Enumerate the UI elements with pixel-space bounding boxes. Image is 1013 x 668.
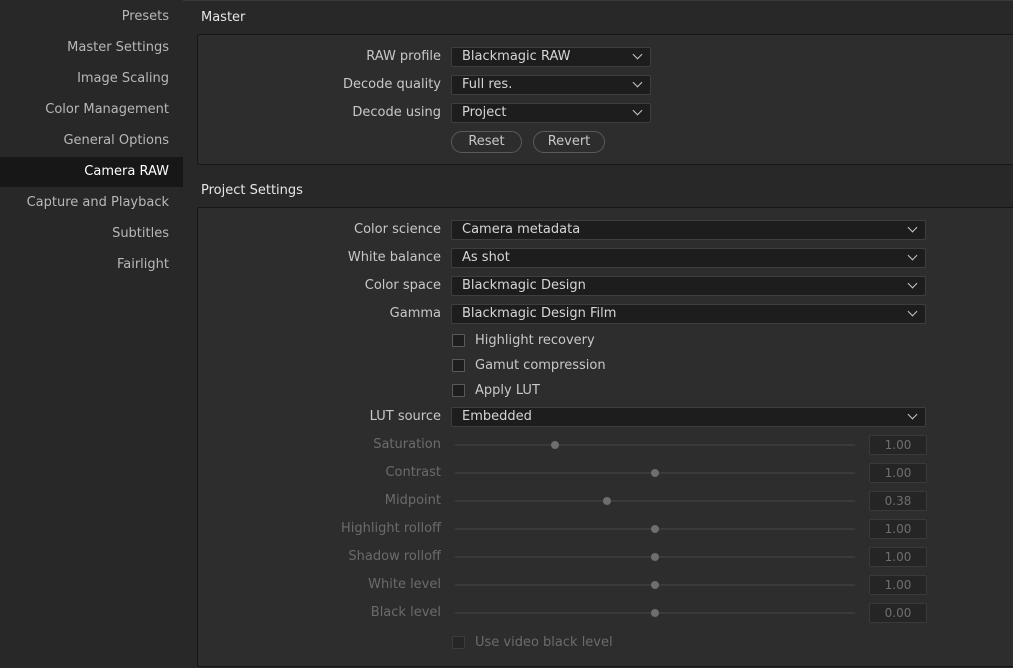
sidebar-item-camera-raw[interactable]: Camera RAW	[0, 157, 183, 187]
color-space-value: Blackmagic Design	[462, 278, 586, 293]
gamma-dropdown[interactable]: Blackmagic Design Film	[451, 304, 926, 324]
decode-using-label: Decode using	[352, 105, 441, 120]
chevron-down-icon	[632, 77, 643, 88]
raw-profile-value: Blackmagic RAW	[462, 49, 571, 64]
midpoint-value-field[interactable]: 0.38	[869, 491, 927, 511]
chevron-down-icon	[632, 49, 643, 60]
chevron-down-icon	[907, 306, 918, 317]
apply-lut-checkbox[interactable]	[452, 384, 465, 397]
revert-button[interactable]: Revert	[533, 131, 605, 153]
contrast-slider-thumb[interactable]	[651, 469, 659, 477]
midpoint-slider-track	[455, 500, 855, 502]
sidebar-item-presets[interactable]: Presets	[0, 2, 183, 32]
sidebar-item-fairlight[interactable]: Fairlight	[0, 250, 183, 280]
black-level-label: Black level	[370, 605, 441, 620]
midpoint-label: Midpoint	[384, 493, 441, 508]
sidebar-item-master-settings[interactable]: Master Settings	[0, 33, 183, 63]
highlight-rolloff-label: Highlight rolloff	[341, 521, 441, 536]
white-balance-label: White balance	[347, 250, 441, 265]
midpoint-slider-thumb[interactable]	[603, 497, 611, 505]
lut-source-value: Embedded	[462, 409, 532, 424]
raw-profile-label: RAW profile	[366, 49, 441, 64]
saturation-slider-thumb[interactable]	[551, 441, 559, 449]
shadow-rolloff-value-field[interactable]: 1.00	[869, 547, 927, 567]
chevron-down-icon	[907, 250, 918, 261]
white-level-value-field[interactable]: 1.00	[869, 575, 927, 595]
highlight-recovery-checkbox[interactable]	[452, 334, 465, 347]
lut-source-label: LUT source	[369, 409, 441, 424]
saturation-label: Saturation	[373, 437, 441, 452]
use-video-black-level-checkbox[interactable]	[452, 636, 465, 649]
lut-source-dropdown[interactable]: Embedded	[451, 407, 926, 427]
raw-profile-dropdown[interactable]: Blackmagic RAW	[451, 47, 651, 67]
project-settings-section-title: Project Settings	[201, 183, 303, 198]
decode-quality-label: Decode quality	[343, 77, 441, 92]
apply-lut-label: Apply LUT	[475, 383, 540, 398]
color-space-label: Color space	[364, 278, 441, 293]
shadow-rolloff-slider-thumb[interactable]	[651, 553, 659, 561]
chevron-down-icon	[907, 409, 918, 420]
chevron-down-icon	[907, 222, 918, 233]
black-level-slider-thumb[interactable]	[651, 609, 659, 617]
decode-quality-value: Full res.	[462, 77, 513, 92]
chevron-down-icon	[632, 105, 643, 116]
sidebar-item-capture-and-playback[interactable]: Capture and Playback	[0, 188, 183, 218]
color-science-dropdown[interactable]: Camera metadata	[451, 220, 926, 240]
saturation-slider-track	[455, 444, 855, 446]
gamma-value: Blackmagic Design Film	[462, 306, 617, 321]
sidebar-item-color-management[interactable]: Color Management	[0, 95, 183, 125]
white-level-label: White level	[368, 577, 441, 592]
settings-sidebar: Presets Master Settings Image Scaling Co…	[0, 0, 183, 668]
color-space-dropdown[interactable]: Blackmagic Design	[451, 276, 926, 296]
reset-button[interactable]: Reset	[451, 131, 522, 153]
highlight-rolloff-value-field[interactable]: 1.00	[869, 519, 927, 539]
chevron-down-icon	[907, 278, 918, 289]
color-science-value: Camera metadata	[462, 222, 581, 237]
black-level-value-field[interactable]: 0.00	[869, 603, 927, 623]
highlight-recovery-label: Highlight recovery	[475, 333, 595, 348]
master-section-title: Master	[201, 10, 246, 25]
gamut-compression-checkbox[interactable]	[452, 359, 465, 372]
contrast-label: Contrast	[385, 465, 441, 480]
white-level-slider-thumb[interactable]	[651, 581, 659, 589]
white-balance-dropdown[interactable]: As shot	[451, 248, 926, 268]
color-science-label: Color science	[354, 222, 441, 237]
sidebar-item-image-scaling[interactable]: Image Scaling	[0, 64, 183, 94]
shadow-rolloff-label: Shadow rolloff	[348, 549, 441, 564]
gamma-label: Gamma	[389, 306, 441, 321]
sidebar-item-subtitles[interactable]: Subtitles	[0, 219, 183, 249]
saturation-value-field[interactable]: 1.00	[869, 435, 927, 455]
decode-quality-dropdown[interactable]: Full res.	[451, 75, 651, 95]
use-video-black-level-label: Use video black level	[475, 635, 613, 650]
contrast-value-field[interactable]: 1.00	[869, 463, 927, 483]
gamut-compression-label: Gamut compression	[475, 358, 606, 373]
sidebar-item-general-options[interactable]: General Options	[0, 126, 183, 156]
decode-using-value: Project	[462, 105, 507, 120]
white-balance-value: As shot	[462, 250, 510, 265]
decode-using-dropdown[interactable]: Project	[451, 103, 651, 123]
highlight-rolloff-slider-thumb[interactable]	[651, 525, 659, 533]
